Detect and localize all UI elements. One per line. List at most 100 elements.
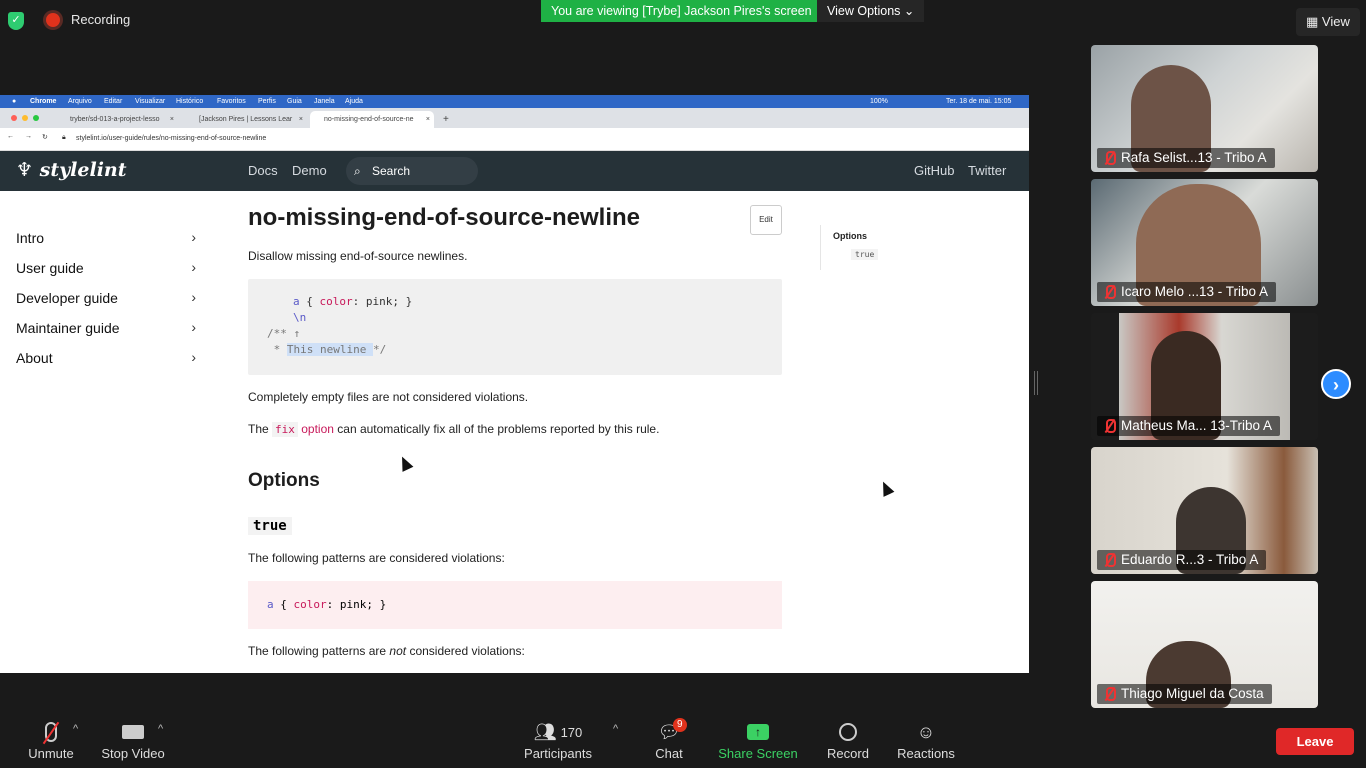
- close-icon[interactable]: ×: [299, 111, 303, 128]
- forward-icon[interactable]: →: [25, 133, 32, 140]
- code-example: a { color: pink; } \n /** ↑ * This newli…: [248, 279, 782, 375]
- stylelint-logo[interactable]: ♆ stylelint: [16, 159, 127, 181]
- toc-divider: [820, 225, 821, 270]
- shared-screen: ● Chrome Arquivo Editar Visualizar Histó…: [0, 95, 1029, 673]
- address-bar: ← → ↻ 🔒︎ stylelint.io/user-guide/rules/n…: [0, 128, 1029, 151]
- code-selection: This newline: [286, 343, 373, 356]
- shield-icon[interactable]: ✓: [8, 12, 24, 30]
- video-tile[interactable]: Icaro Melo ...13 - Tribo A: [1091, 179, 1318, 306]
- chevron-up-icon[interactable]: ^: [613, 723, 618, 735]
- edit-button[interactable]: Edit: [750, 205, 782, 235]
- mac-menu-bar: ● Chrome Arquivo Editar Visualizar Histó…: [0, 95, 1029, 108]
- option-true-heading: true: [248, 517, 292, 535]
- url-field[interactable]: stylelint.io/user-guide/rules/no-missing…: [76, 135, 266, 142]
- close-icon[interactable]: ×: [426, 111, 430, 128]
- record-button[interactable]: Record: [823, 715, 873, 761]
- menu-item[interactable]: Guia: [287, 95, 302, 108]
- text-segment: considered violations:: [406, 644, 525, 658]
- tab-title: tryber/sd-013-a-project-lesso: [70, 116, 160, 123]
- menu-item[interactable]: Histórico: [176, 95, 203, 108]
- menu-item[interactable]: Editar: [104, 95, 122, 108]
- viewing-banner: You are viewing [Trybe] Jackson Pires's …: [541, 0, 822, 22]
- chevron-right-icon: ›: [191, 319, 196, 335]
- code-token: color: [293, 598, 327, 611]
- reactions-button[interactable]: ☺ Reactions: [894, 715, 958, 762]
- mic-off-icon: [1103, 687, 1116, 701]
- sidebar-item-user-guide[interactable]: User guide ›: [16, 259, 200, 276]
- chevron-right-icon[interactable]: ›: [1321, 369, 1351, 399]
- share-screen-icon: ↑: [714, 715, 802, 749]
- chat-badge: 9: [673, 718, 687, 732]
- leave-button[interactable]: Leave: [1276, 728, 1354, 755]
- menu-item[interactable]: Janela: [314, 95, 335, 108]
- zoom-toolbar: Unmute ^ Stop Video ^ 👥︎ 170 Participant…: [0, 715, 1366, 768]
- video-tile[interactable]: Rafa Selist...13 - Tribo A: [1091, 45, 1318, 172]
- search-input[interactable]: ⌕ Search: [346, 157, 478, 185]
- menu-item[interactable]: Favoritos: [217, 95, 246, 108]
- mic-off-icon: [1103, 553, 1116, 567]
- maximize-window-icon[interactable]: [33, 115, 39, 121]
- nav-docs[interactable]: Docs: [248, 163, 278, 178]
- code-token: : pink; }: [326, 598, 387, 611]
- nav-twitter[interactable]: Twitter: [968, 163, 1006, 178]
- video-tile[interactable]: Thiago Miguel da Costa: [1091, 581, 1318, 708]
- mic-off-icon: [1103, 419, 1116, 433]
- lock-icon[interactable]: 🔒︎: [62, 134, 66, 142]
- nav-github[interactable]: GitHub: [914, 163, 954, 178]
- view-button[interactable]: ▦ View: [1296, 8, 1360, 36]
- logo-mark-icon: ♆: [16, 159, 34, 181]
- record-label: Record: [827, 746, 869, 761]
- browser-tab[interactable]: [Jackson Pires | Lessons Lear ×: [185, 111, 307, 128]
- view-options-button[interactable]: View Options ⌄: [817, 0, 925, 22]
- unmute-button[interactable]: Unmute: [22, 715, 80, 761]
- back-icon[interactable]: ←: [7, 133, 14, 140]
- video-tile[interactable]: Eduardo R...3 - Tribo A: [1091, 447, 1318, 574]
- close-window-icon[interactable]: [11, 115, 17, 121]
- close-icon[interactable]: ×: [170, 111, 174, 128]
- sidebar-item-intro[interactable]: Intro ›: [16, 229, 200, 246]
- reactions-icon: ☺: [916, 721, 936, 742]
- reactions-label: Reactions: [897, 746, 955, 761]
- reload-icon[interactable]: ↻: [42, 133, 48, 141]
- menu-item[interactable]: Ajuda: [345, 95, 363, 108]
- participant-name: Matheus Ma... 13-Tribo A: [1121, 418, 1273, 433]
- options-heading: Options: [248, 470, 320, 491]
- nav-demo[interactable]: Demo: [292, 163, 327, 178]
- browser-tab-active[interactable]: no-missing-end-of-source-ne ×: [310, 111, 434, 128]
- minimize-window-icon[interactable]: [22, 115, 28, 121]
- toc-item[interactable]: true: [851, 249, 879, 260]
- chat-label: Chat: [655, 746, 683, 761]
- share-screen-button[interactable]: ↑ Share Screen: [714, 715, 802, 761]
- participants-label: Participants: [524, 746, 592, 761]
- mouse-cursor-icon: [877, 479, 895, 497]
- stop-video-button[interactable]: Stop Video: [98, 715, 168, 761]
- chevron-up-icon[interactable]: ^: [73, 723, 78, 735]
- sidebar-item-developer-guide[interactable]: Developer guide ›: [16, 289, 200, 306]
- video-tile[interactable]: Matheus Ma... 13-Tribo A: [1091, 313, 1318, 440]
- code-token: {: [273, 598, 294, 611]
- code-token: a: [293, 295, 300, 308]
- menu-item[interactable]: Perfis: [258, 95, 276, 108]
- view-label: View: [1321, 14, 1350, 29]
- record-icon: [823, 715, 873, 749]
- code-line: /** ↑: [267, 327, 301, 340]
- not-violations-intro: The following patterns are not considere…: [248, 644, 525, 658]
- menu-app[interactable]: Chrome: [30, 95, 56, 108]
- resize-handle[interactable]: [1034, 371, 1038, 395]
- menu-item[interactable]: Arquivo: [68, 95, 92, 108]
- chevron-right-icon: ›: [191, 349, 196, 365]
- recording-label: Recording: [71, 12, 131, 27]
- chevron-right-icon: ›: [191, 289, 196, 305]
- sidebar-item-label: User guide: [16, 260, 84, 276]
- new-tab-button[interactable]: +: [440, 111, 454, 128]
- participants-button[interactable]: 👥︎ 170 Participants: [520, 715, 596, 762]
- fix-option-link[interactable]: option: [301, 422, 334, 436]
- chevron-down-icon: ⌄: [903, 4, 915, 18]
- mouse-cursor-icon: [396, 454, 414, 472]
- chevron-up-icon[interactable]: ^: [158, 723, 163, 735]
- sidebar-item-about[interactable]: About ›: [16, 349, 200, 366]
- sidebar-item-maintainer-guide[interactable]: Maintainer guide ›: [16, 319, 200, 336]
- menu-item[interactable]: Visualizar: [135, 95, 165, 108]
- browser-tab[interactable]: tryber/sd-013-a-project-lesso ×: [56, 111, 178, 128]
- toc-title[interactable]: Options: [833, 231, 867, 241]
